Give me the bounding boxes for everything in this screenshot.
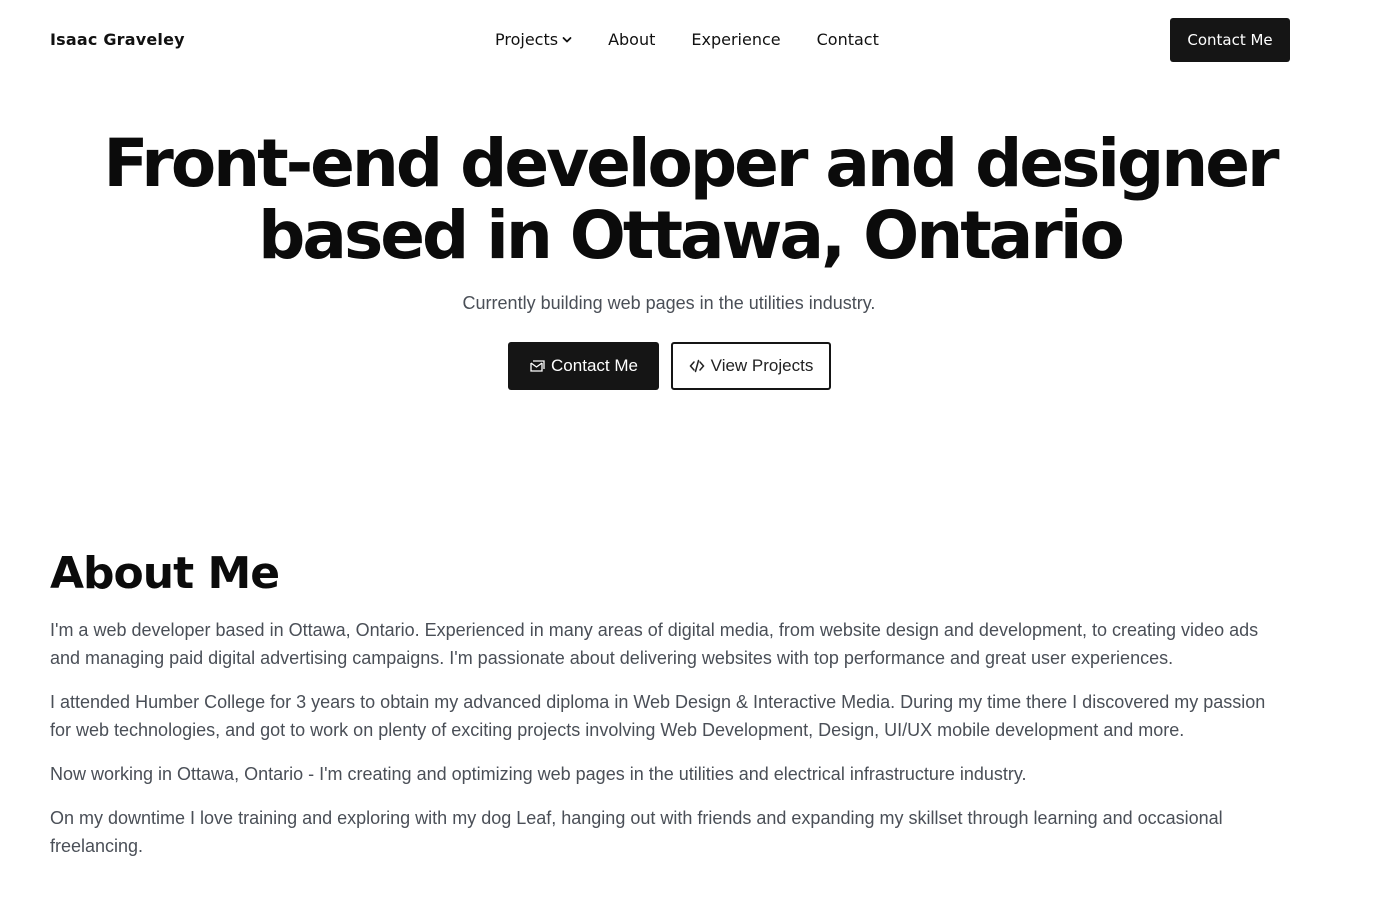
nav-item-experience[interactable]: Experience — [691, 30, 780, 49]
nav-item-projects[interactable]: Projects — [495, 30, 572, 49]
about-paragraph: I attended Humber College for 3 years to… — [50, 692, 1266, 740]
nav-item-contact[interactable]: Contact — [817, 30, 879, 49]
main-nav: Projects About Experience Contact — [495, 30, 879, 49]
nav-item-label: Projects — [495, 30, 559, 49]
view-projects-button[interactable]: View Projects — [671, 342, 831, 390]
nav-item-about[interactable]: About — [608, 30, 655, 49]
chevron-down-icon — [562, 36, 572, 42]
site-header: Isaac Graveley Projects About Experience… — [50, 18, 1290, 62]
about-paragraph: Now working in Ottawa, Ontario - I'm cre… — [50, 764, 1027, 784]
view-projects-button-label: View Projects — [710, 356, 814, 375]
site-logo[interactable]: Isaac Graveley — [50, 30, 185, 49]
hero-title: Front-end developer and designer based i… — [90, 128, 1290, 272]
code-icon — [689, 359, 705, 373]
hero-title-line: Front-end developer and designer — [103, 125, 1279, 202]
about-paragraph: I'm a web developer based in Ottawa, Ont… — [50, 620, 1259, 668]
nav-item-label: Contact — [816, 30, 879, 49]
hero-title-line: based in Ottawa, Ontario — [258, 197, 1125, 274]
header-contact-button[interactable]: Contact Me — [1170, 18, 1290, 62]
contact-me-button[interactable]: Contact Me — [508, 342, 659, 390]
about-title: About Me — [50, 548, 280, 599]
about-body: I'm a web developer based in Ottawa, Ont… — [50, 616, 1290, 876]
hero-subtitle: Currently building web pages in the util… — [462, 293, 876, 313]
hero-actions: Contact Me View Projects — [508, 342, 831, 390]
nav-item-label: Experience — [691, 30, 781, 49]
contact-me-button-label: Contact Me — [551, 356, 638, 375]
mail-icon — [530, 360, 545, 372]
nav-item-label: About — [608, 30, 656, 49]
about-paragraph: On my downtime I love training and explo… — [50, 808, 1223, 856]
